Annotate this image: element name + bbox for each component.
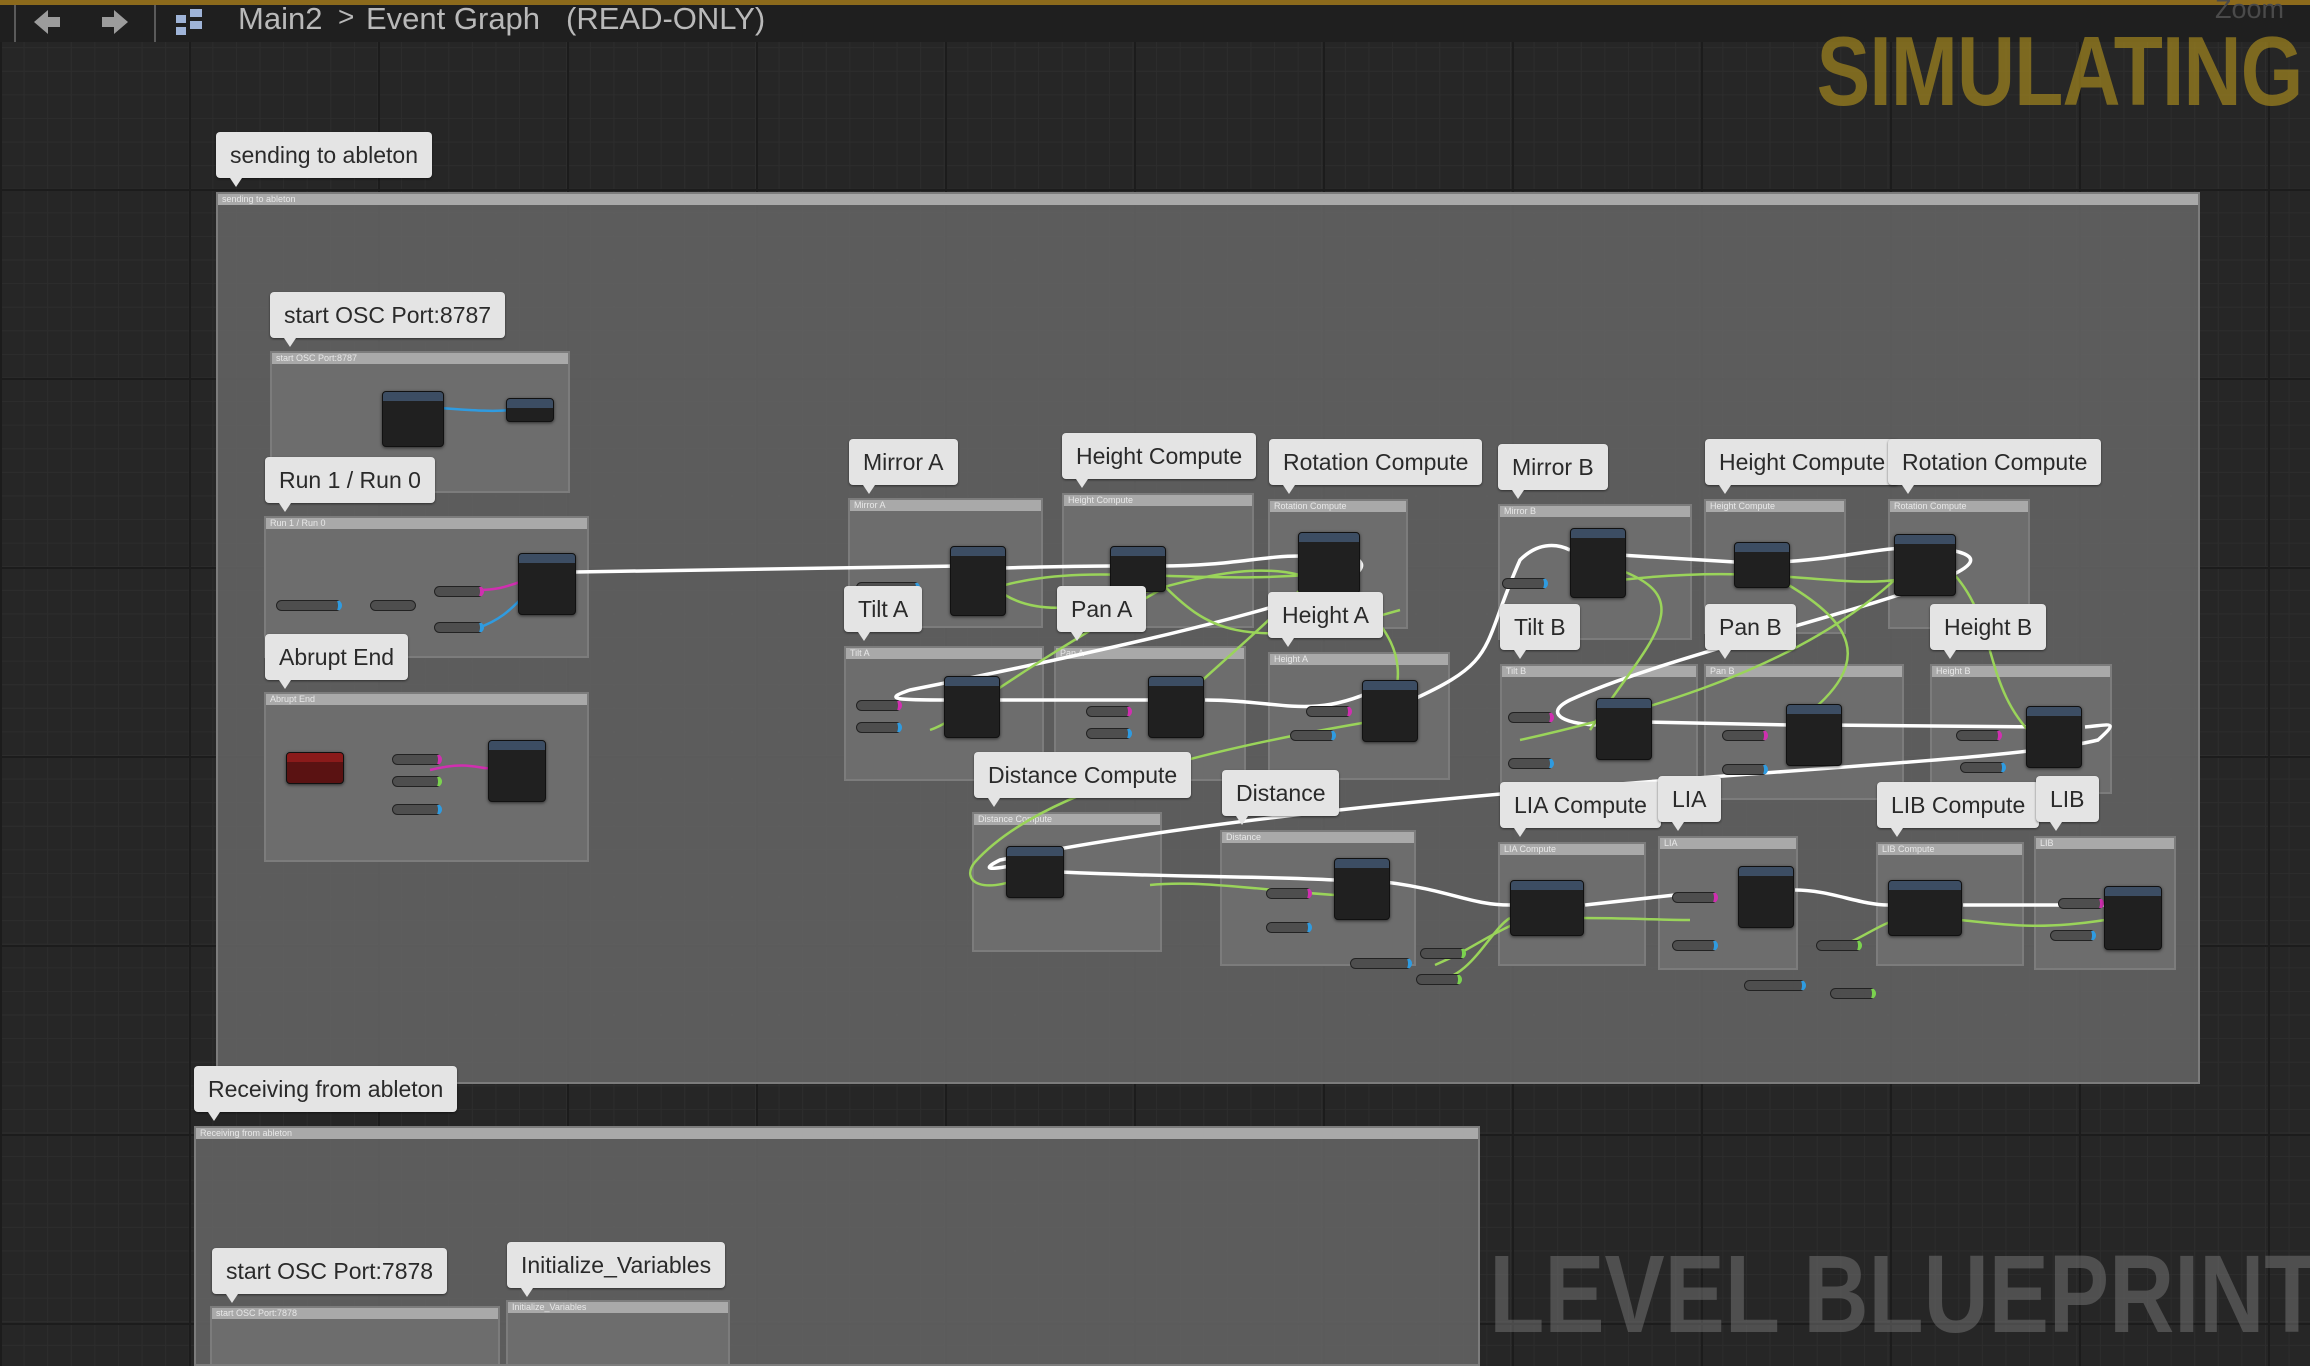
bp-light-controller-pin[interactable] <box>1350 958 1412 969</box>
exec-wire <box>1159 554 1301 568</box>
string-pill[interactable] <box>1306 706 1352 717</box>
comment-bubble-lib[interactable]: LIB <box>2036 776 2099 831</box>
string-pill[interactable] <box>1956 730 2002 741</box>
mirror-node[interactable] <box>950 546 1006 616</box>
object-pill[interactable] <box>434 622 484 633</box>
comment-bubble-lia-compute[interactable]: LIA Compute <box>1500 782 1661 837</box>
float-wire <box>1959 918 2106 927</box>
comment-bubble-height-compute-a[interactable]: Height Compute <box>1062 433 1257 488</box>
osc-float-node[interactable] <box>944 676 1000 738</box>
comment-bubble-mirror-a[interactable]: Mirror A <box>849 439 958 494</box>
comment-bubble-abrupt-end[interactable]: Abrupt End <box>265 634 409 689</box>
comment-bubble-start-osc-7878[interactable]: start OSC Port:7878 <box>212 1248 448 1303</box>
string-pill[interactable] <box>1722 730 1768 741</box>
exec-wire <box>1644 720 1791 727</box>
comment-bubble-tilt-b[interactable]: Tilt B <box>1500 604 1580 659</box>
float-pill[interactable] <box>1816 940 1862 951</box>
comment-bubble-lib-compute[interactable]: LIB Compute <box>1877 782 2040 837</box>
comment-bubble-height-a[interactable]: Height A <box>1268 592 1383 647</box>
rotation-compute-node[interactable] <box>1894 534 1956 596</box>
exec-wire <box>574 564 961 574</box>
comment-bubble-rotation-compute-a[interactable]: Rotation Compute <box>1269 439 1483 494</box>
exec-wire <box>1619 553 1736 564</box>
bp-light-controller-pin[interactable] <box>1744 980 1806 991</box>
osc-set-node[interactable] <box>518 553 576 615</box>
float-pill[interactable] <box>1416 974 1462 985</box>
object-pill[interactable] <box>2050 930 2096 941</box>
float-pill[interactable] <box>1830 988 1876 999</box>
osc-float-node[interactable] <box>1786 704 1842 766</box>
height-compute-node[interactable] <box>1734 542 1790 588</box>
comment-bubble-pan-a[interactable]: Pan A <box>1057 586 1147 641</box>
rotation-compute-node[interactable] <box>1298 532 1360 594</box>
create-osc-client-node[interactable] <box>382 391 444 447</box>
osc-set-node[interactable] <box>488 740 546 802</box>
comment-bubble-initialize-variables[interactable]: Initialize_Variables <box>507 1242 726 1297</box>
object-pill[interactable] <box>1722 764 1768 775</box>
osc-float-node[interactable] <box>2104 886 2162 950</box>
object-wire <box>439 406 513 413</box>
mirror-node[interactable] <box>1570 528 1626 598</box>
object-pill[interactable] <box>1508 758 1554 769</box>
set-node[interactable] <box>506 398 554 422</box>
bp-toggle-pin[interactable] <box>276 600 342 611</box>
string-pill[interactable] <box>392 754 442 765</box>
light-intensity-compute-node[interactable] <box>1888 880 1962 936</box>
comment-bubble-height-compute-b[interactable]: Height Compute <box>1705 439 1900 494</box>
exec-wire <box>1584 893 1676 907</box>
object-pill[interactable] <box>1266 922 1312 933</box>
string-pill[interactable] <box>1672 892 1718 903</box>
variable-pill[interactable] <box>370 600 416 611</box>
float-pill[interactable] <box>1420 948 1466 959</box>
object-pill[interactable] <box>1290 730 1336 741</box>
osc-float-node[interactable] <box>1362 680 1418 742</box>
exec-wire <box>1794 888 1889 907</box>
comment-bubble-pan-b[interactable]: Pan B <box>1705 604 1796 659</box>
osc-float-node[interactable] <box>1334 858 1390 920</box>
exec-wire <box>1384 880 1511 907</box>
exec-wire <box>1777 546 1906 564</box>
string-wire <box>477 580 521 592</box>
comment-bubble-receiving[interactable]: Receiving from ableton <box>194 1066 458 1121</box>
exec-wire <box>1204 688 1376 709</box>
comment-bubble-height-b[interactable]: Height B <box>1930 604 2047 659</box>
comment-bubble-tilt-a[interactable]: Tilt A <box>844 586 923 641</box>
string-pill[interactable] <box>1086 706 1132 717</box>
string-pill[interactable] <box>434 586 484 597</box>
object-pill[interactable] <box>856 722 902 733</box>
comment-bubble-start-osc-8787[interactable]: start OSC Port:8787 <box>270 292 506 347</box>
float-pill[interactable] <box>392 776 442 787</box>
exec-wire <box>999 564 1113 570</box>
exec-wire <box>1059 870 1336 882</box>
string-pill[interactable] <box>1508 712 1554 723</box>
string-wire <box>429 764 491 772</box>
distance-compute-node[interactable] <box>1006 846 1064 898</box>
mirror-b-pin[interactable] <box>1502 578 1548 589</box>
comment-bubble-lia[interactable]: LIA <box>1658 776 1721 831</box>
object-pill[interactable] <box>1960 762 2006 773</box>
level-blueprint-watermark: LEVEL BLUEPRINT <box>1489 1233 2310 1356</box>
object-pill[interactable] <box>1086 728 1132 739</box>
osc-float-node[interactable] <box>1738 866 1794 928</box>
string-pill[interactable] <box>856 700 902 711</box>
object-pill[interactable] <box>392 804 442 815</box>
comment-bubble-distance-compute[interactable]: Distance Compute <box>974 752 1192 807</box>
string-pill[interactable] <box>1266 888 1312 899</box>
comment-bubble-mirror-b[interactable]: Mirror B <box>1498 444 1608 499</box>
osc-float-node[interactable] <box>2026 706 2082 768</box>
exec-wire <box>1824 723 2051 729</box>
light-intensity-compute-node[interactable] <box>1510 880 1584 936</box>
comment-bubble-distance[interactable]: Distance <box>1222 770 1340 825</box>
float-wire <box>1579 916 1691 922</box>
osc-float-node[interactable] <box>1148 676 1204 738</box>
object-pill[interactable] <box>1672 940 1718 951</box>
float-wire <box>1519 574 1901 742</box>
comment-bubble-rotation-compute-b[interactable]: Rotation Compute <box>1888 439 2102 494</box>
string-pill[interactable] <box>2058 898 2104 909</box>
event-end-play-node[interactable] <box>286 752 344 784</box>
comment-bubble-run[interactable]: Run 1 / Run 0 <box>265 457 435 512</box>
object-wire <box>477 599 521 630</box>
osc-float-node[interactable] <box>1596 698 1652 760</box>
comment-bubble-sending[interactable]: sending to ableton <box>216 132 432 187</box>
